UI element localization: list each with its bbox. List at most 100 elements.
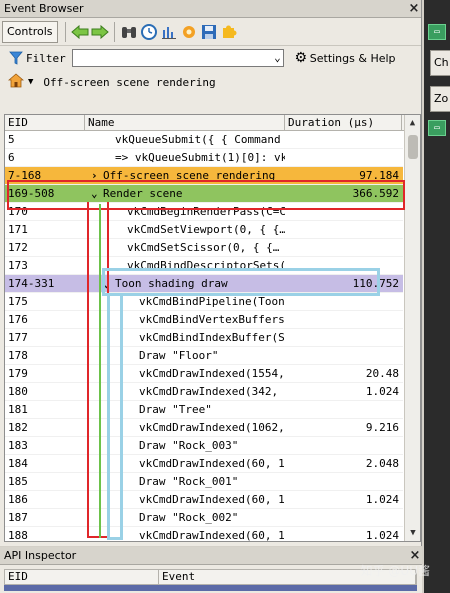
event-row[interactable]: 173 vkCmdBindDescriptorSets(0 — [5, 257, 403, 275]
chevron-down-icon[interactable]: ⌄ — [91, 185, 103, 202]
settings-help-button[interactable]: ⚙ Settings & Help — [292, 48, 395, 68]
event-row[interactable]: 170 vkCmdBeginRenderPass(C=C — [5, 203, 403, 221]
event-name: vkCmdDrawIndexed(60, 1) — [85, 491, 285, 508]
breadcrumb-dropdown-icon[interactable]: ▼ — [28, 77, 33, 87]
event-row[interactable]: 187 Draw "Rock_002" — [5, 509, 403, 527]
scroll-down-icon[interactable]: ▼ — [405, 525, 420, 541]
event-name: vkCmdDrawIndexed(1062,… — [85, 419, 285, 436]
api-inspector-selected-row[interactable] — [4, 585, 417, 591]
event-name-text: vkCmdBeginRenderPass(C=C — [127, 205, 285, 218]
event-eid: 185 — [8, 475, 28, 488]
event-name-text: Draw "Floor" — [139, 349, 219, 362]
event-name-text: Draw "Tree" — [139, 403, 212, 416]
arrow-left-icon[interactable] — [70, 22, 90, 42]
event-name: vkCmdBindDescriptorSets(0 — [85, 257, 285, 274]
event-row[interactable]: 175 vkCmdBindPipeline(Toon s — [5, 293, 403, 311]
dock-side-tab[interactable]: Zo — [430, 86, 450, 112]
scroll-up-icon[interactable]: ▲ — [405, 115, 420, 131]
event-name: › Off-screen scene rendering — [85, 167, 285, 184]
chevron-right-icon[interactable]: › — [91, 167, 103, 184]
event-name-text: Draw "Rock_003" — [139, 439, 239, 452]
dock-tab-icon[interactable]: ▭ — [428, 24, 446, 40]
event-name-text: vkCmdBindDescriptorSets(0 — [127, 259, 285, 272]
event-tree[interactable]: EID Name Duration (µs) 5 vkQueueSubmit({ … — [4, 114, 421, 542]
column-header-duration[interactable]: Duration (µs) — [285, 115, 402, 130]
bar-chart-icon[interactable] — [159, 22, 179, 42]
event-row[interactable]: 169-508 ⌄ Render scene 366.592 — [5, 185, 403, 203]
red-guide-line — [87, 536, 109, 538]
gear-flower-icon[interactable] — [179, 22, 199, 42]
event-row[interactable]: 181 Draw "Tree" — [5, 401, 403, 419]
event-duration — [285, 149, 403, 166]
breadcrumb-current[interactable]: Off-screen scene rendering — [43, 76, 215, 89]
blue-guide-line — [120, 294, 123, 540]
right-dock: ▭ Ch Zo ▭ — [424, 0, 450, 593]
event-name-text: vkCmdBindIndexBuffer(Sce — [139, 331, 285, 344]
close-icon[interactable]: × — [407, 1, 421, 16]
vertical-scrollbar[interactable]: ▲ ▼ — [404, 115, 420, 541]
event-eid: 177 — [8, 331, 28, 344]
controls-button[interactable]: Controls — [2, 20, 58, 43]
event-duration: 366.592 — [352, 187, 399, 200]
event-eid: 181 — [8, 403, 28, 416]
event-name: vkCmdBeginRenderPass(C=C — [85, 203, 285, 220]
event-eid: 5 — [8, 133, 15, 146]
event-name: Draw "Floor" — [85, 347, 285, 364]
chevron-down-icon[interactable]: ⌄ — [274, 51, 281, 64]
chevron-down-icon[interactable]: ⌄ — [103, 275, 115, 292]
puzzle-icon[interactable] — [219, 22, 239, 42]
event-duration — [285, 293, 403, 310]
event-name-text: vkCmdDrawIndexed(60, 1) — [139, 529, 285, 542]
event-row[interactable]: 176 vkCmdBindVertexBuffers(0, — [5, 311, 403, 329]
filter-icon — [8, 48, 24, 68]
column-header-eid[interactable]: EID — [5, 570, 159, 584]
event-duration: 1.024 — [365, 385, 399, 398]
event-row[interactable]: 178 Draw "Floor" — [5, 347, 403, 365]
event-row[interactable]: 183 Draw "Rock_003" — [5, 437, 403, 455]
event-row[interactable]: 180 vkCmdDrawIndexed(342, 1) 1.024 — [5, 383, 403, 401]
arrow-right-icon[interactable] — [90, 22, 110, 42]
event-name: vkQueueSubmit({ { Command — [85, 131, 285, 148]
filter-row: Filter ⌄ ⚙ Settings & Help — [0, 46, 421, 70]
event-duration — [285, 347, 403, 364]
event-duration — [285, 203, 403, 220]
filter-input[interactable]: ⌄ — [71, 49, 284, 67]
event-row[interactable]: 179 vkCmdDrawIndexed(1554,… 20.48 — [5, 365, 403, 383]
save-icon[interactable] — [199, 22, 219, 42]
event-row[interactable]: 177 vkCmdBindIndexBuffer(Sce — [5, 329, 403, 347]
close-icon[interactable]: × — [408, 548, 422, 563]
event-row[interactable]: 7-168 › Off-screen scene rendering 97.184 — [5, 167, 403, 185]
breadcrumb: ▼ Off-screen scene rendering — [0, 70, 421, 94]
event-row[interactable]: 172 vkCmdSetScissor(0, { {… — [5, 239, 403, 257]
event-row[interactable]: 6 => vkQueueSubmit(1)[0]: vkE — [5, 149, 403, 167]
event-row[interactable]: 188 vkCmdDrawIndexed(60, 1) 1.024 — [5, 527, 403, 542]
event-name: Draw "Tree" — [85, 401, 285, 418]
event-row[interactable]: 171 vkCmdSetViewport(0, { {… — [5, 221, 403, 239]
event-row[interactable]: 5 vkQueueSubmit({ { Command — [5, 131, 403, 149]
blue-guide-line — [107, 294, 110, 540]
event-row[interactable]: 184 vkCmdDrawIndexed(60, 1) 2.048 — [5, 455, 403, 473]
clock-icon[interactable] — [139, 22, 159, 42]
event-row[interactable]: 182 vkCmdDrawIndexed(1062,… 9.216 — [5, 419, 403, 437]
scrollbar-thumb[interactable] — [408, 135, 418, 159]
event-eid: 170 — [8, 205, 28, 218]
event-eid: 172 — [8, 241, 28, 254]
event-duration: 1.024 — [365, 529, 399, 542]
event-duration — [285, 437, 403, 454]
event-name: vkCmdBindVertexBuffers(0, — [85, 311, 285, 328]
event-eid: 179 — [8, 367, 28, 380]
event-row[interactable]: 186 vkCmdDrawIndexed(60, 1) 1.024 — [5, 491, 403, 509]
event-name-text: vkQueueSubmit({ { Command — [115, 133, 281, 146]
binoculars-icon[interactable] — [119, 22, 139, 42]
event-name: ⌄Toon shading draw — [85, 275, 285, 292]
event-row[interactable]: 185 Draw "Rock_001" — [5, 473, 403, 491]
column-header-eid[interactable]: EID — [5, 115, 85, 130]
home-icon[interactable] — [7, 72, 25, 92]
column-header-name[interactable]: Name — [85, 115, 285, 130]
dock-tab-icon[interactable]: ▭ — [428, 120, 446, 136]
event-browser-titlebar: Event Browser × — [0, 0, 421, 18]
event-name: vkCmdSetScissor(0, { {… — [85, 239, 285, 256]
dock-side-tab[interactable]: Ch — [430, 50, 450, 76]
filter-label: Filter — [26, 51, 66, 65]
event-row[interactable]: 174-331 ⌄Toon shading draw 110.752 — [5, 275, 403, 293]
